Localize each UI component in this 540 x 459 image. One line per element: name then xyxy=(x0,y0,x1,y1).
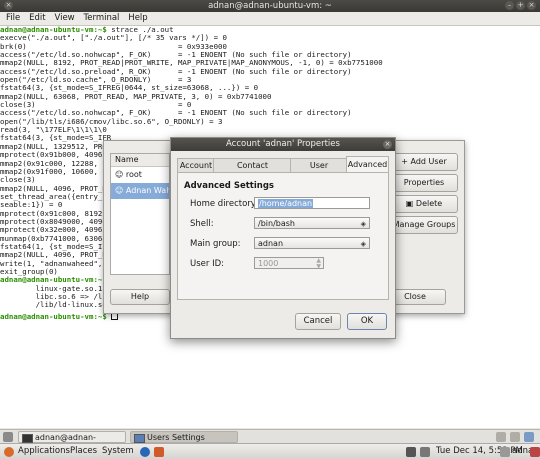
applications-menu[interactable]: Applications xyxy=(18,444,70,459)
list-item[interactable]: ☺ Adnan Waheed xyxy=(111,183,169,199)
main-group-label: Main group: xyxy=(190,239,241,249)
user-id-spinner: 1000 ▲ ▼ xyxy=(254,257,324,270)
menu-file[interactable]: File xyxy=(6,12,20,25)
close-icon[interactable]: × xyxy=(527,1,536,10)
delete-button[interactable]: ▣ Delete xyxy=(390,195,458,213)
tab-user-privileges[interactable]: User Privileges xyxy=(290,158,348,184)
manage-groups-button[interactable]: Manage Groups xyxy=(390,216,458,234)
window-list-bar: adnan@adnan-ubuntu-vm: Users Settings xyxy=(0,429,540,454)
dialog-titlebar: Account 'adnan' Properties × xyxy=(171,138,395,151)
ok-button[interactable]: OK xyxy=(347,313,387,330)
delete-icon: ▣ xyxy=(405,199,416,208)
advanced-settings-heading: Advanced Settings xyxy=(184,181,274,191)
maximize-icon[interactable]: + xyxy=(516,1,525,10)
add-user-button[interactable]: + Add User xyxy=(390,153,458,171)
users-list[interactable]: Name ☺ root ☺ Adnan Waheed xyxy=(110,153,170,275)
help-icon[interactable] xyxy=(154,447,164,457)
system-menu[interactable]: System xyxy=(102,444,134,459)
help-button[interactable]: Help xyxy=(110,289,170,305)
properties-button[interactable]: Properties xyxy=(390,174,458,192)
power-icon[interactable] xyxy=(530,447,540,457)
trash-icon[interactable] xyxy=(524,432,534,442)
menu-edit[interactable]: Edit xyxy=(29,12,45,25)
user-icon: ☺ xyxy=(115,186,126,195)
prompt: adnan@adnan-ubuntu-vm:~$ xyxy=(0,311,107,321)
terminal-title: adnan@adnan-ubuntu-vm: ~ xyxy=(208,1,332,11)
home-directory-input[interactable]: /home/adnan xyxy=(254,197,370,209)
ubuntu-logo-icon xyxy=(4,447,14,457)
terminal-titlebar: adnan@adnan-ubuntu-vm: ~ × – + × xyxy=(0,0,540,12)
tab-contact-information[interactable]: Contact Information xyxy=(213,158,292,184)
shell-label: Shell: xyxy=(190,219,214,229)
main-group-combo[interactable]: adnan ◈ xyxy=(254,237,370,249)
workspace-icon[interactable] xyxy=(510,432,520,442)
advanced-panel: Advanced Settings Home directory: /home/… xyxy=(177,172,389,300)
show-desktop-icon[interactable] xyxy=(3,432,13,442)
list-item[interactable]: ☺ root xyxy=(111,167,169,183)
workspace-icon[interactable] xyxy=(496,432,506,442)
shell-combo[interactable]: /bin/bash ◈ xyxy=(254,217,370,229)
user-icon xyxy=(500,447,510,457)
network-icon[interactable] xyxy=(406,447,416,457)
users-icon xyxy=(134,434,145,443)
user-id-label: User ID: xyxy=(190,259,224,269)
close-icon[interactable]: × xyxy=(4,1,13,10)
chevron-down-icon: ◈ xyxy=(360,240,366,248)
tab-account[interactable]: Account xyxy=(177,158,215,173)
terminal-menubar: File Edit View Terminal Help xyxy=(0,12,540,26)
terminal-icon xyxy=(22,434,33,443)
volume-icon[interactable] xyxy=(420,447,430,457)
task-users-settings[interactable]: Users Settings xyxy=(130,431,238,443)
users-list-header[interactable]: Name xyxy=(111,154,169,167)
places-menu[interactable]: Places xyxy=(70,444,97,459)
account-properties-dialog: Account 'adnan' Properties × Account Con… xyxy=(170,137,396,339)
spin-arrows-icon: ▲ ▼ xyxy=(316,257,321,270)
gnome-panel: Applications Places System Tue Dec 14, 5… xyxy=(0,443,540,459)
dialog-title: Account 'adnan' Properties xyxy=(226,139,340,149)
home-directory-label: Home directory: xyxy=(190,199,259,209)
menu-terminal[interactable]: Terminal xyxy=(84,12,120,25)
cancel-button[interactable]: Cancel xyxy=(295,313,341,330)
tab-advanced[interactable]: Advanced xyxy=(346,156,389,173)
menu-view[interactable]: View xyxy=(54,12,74,25)
close-icon[interactable]: × xyxy=(383,140,392,149)
user-icon: ☺ xyxy=(115,170,126,179)
minimize-icon[interactable]: – xyxy=(505,1,514,10)
firefox-icon[interactable] xyxy=(140,447,150,457)
chevron-down-icon: ◈ xyxy=(360,220,366,228)
task-terminal[interactable]: adnan@adnan-ubuntu-vm: xyxy=(18,431,126,454)
menu-help[interactable]: Help xyxy=(128,12,147,25)
